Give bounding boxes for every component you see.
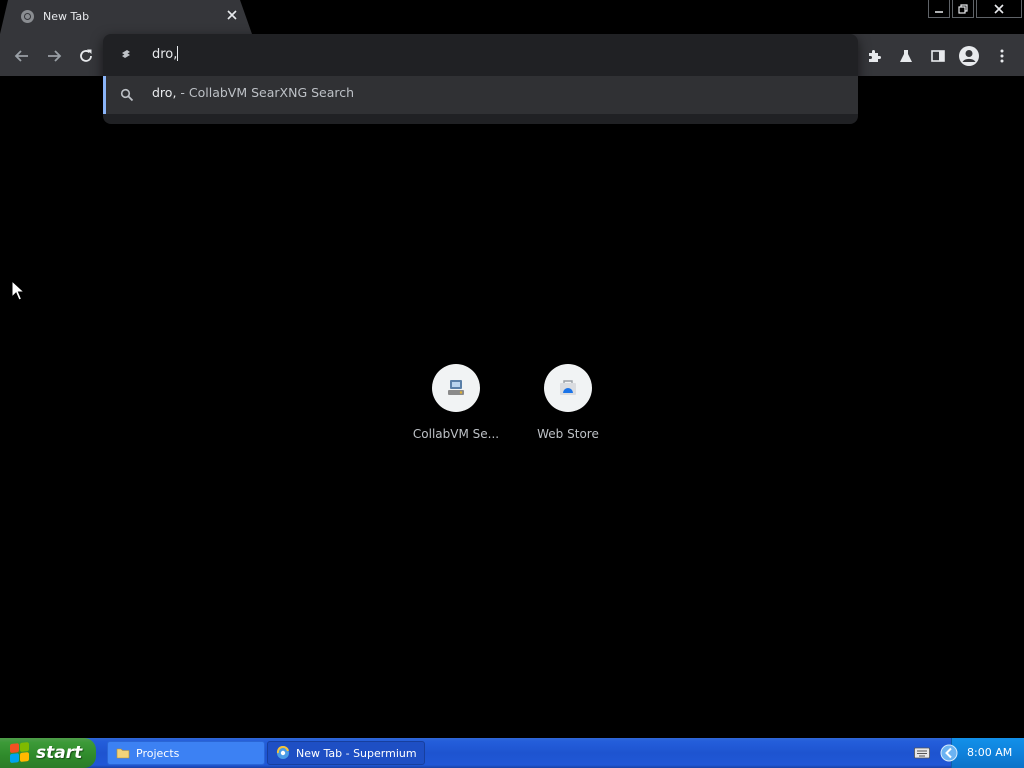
- restore-button[interactable]: [952, 0, 974, 18]
- menu-button[interactable]: [990, 44, 1014, 68]
- back-button[interactable]: [11, 45, 33, 67]
- forward-button[interactable]: [43, 45, 65, 67]
- windows-logo-icon: [10, 742, 30, 764]
- suggestion-query: dro,: [152, 85, 177, 100]
- shortcut-label: CollabVM Se...: [412, 427, 500, 441]
- omnibox-input[interactable]: dro,: [103, 34, 858, 76]
- start-button[interactable]: start: [0, 738, 96, 768]
- menu-kebab-icon: [1000, 49, 1004, 63]
- collabvm-icon: [448, 380, 464, 395]
- minimize-button[interactable]: [928, 0, 950, 18]
- shortcut-icon-tile: [544, 364, 592, 412]
- shortcut-label: Web Store: [537, 427, 599, 441]
- extensions-icon: [869, 50, 881, 62]
- side-panel-icon: [931, 50, 945, 62]
- side-panel-button[interactable]: [926, 44, 950, 68]
- shortcut-web-store[interactable]: Web Store: [512, 364, 624, 446]
- labs-flask-icon: [900, 50, 912, 62]
- taskbar-item-projects[interactable]: Projects: [107, 741, 265, 765]
- labs-button[interactable]: [894, 44, 918, 68]
- text-caret: [177, 46, 179, 61]
- profile-button[interactable]: [957, 44, 981, 68]
- window-close-button[interactable]: [976, 0, 1022, 18]
- web-store-icon: [560, 380, 576, 395]
- restore-icon: [958, 3, 968, 14]
- taskbar-item-label: Projects: [136, 746, 180, 760]
- taskbar-item-label: New Tab - Supermium: [296, 746, 417, 760]
- search-engine-icon: [122, 50, 130, 58]
- extensions-button[interactable]: [862, 44, 886, 68]
- forward-icon: [48, 50, 62, 62]
- tab-new-tab[interactable]: New Tab: [0, 0, 252, 34]
- shortcut-collabvm[interactable]: CollabVM Se...: [400, 364, 512, 446]
- tab-strip: New Tab: [0, 0, 1024, 34]
- shortcut-icon-tile: [432, 364, 480, 412]
- mouse-cursor-icon: [11, 280, 25, 301]
- suggestion-description: - CollabVM SearXNG Search: [180, 85, 355, 100]
- close-icon: [994, 3, 1004, 14]
- start-label: start: [36, 743, 83, 763]
- clock: 8:00 AM: [967, 746, 1013, 759]
- back-arrow-icon[interactable]: [940, 744, 958, 762]
- tab-title: New Tab: [43, 10, 90, 23]
- browser-icon: [276, 746, 289, 759]
- omnibox-suggestion[interactable]: dro, - CollabVM SearXNG Search: [103, 76, 858, 114]
- taskbar-item-browser[interactable]: New Tab - Supermium: [267, 741, 425, 765]
- folder-icon: [116, 748, 130, 759]
- back-icon: [14, 50, 28, 62]
- omnibox-popup: dro, dro, - CollabVM SearXNG Search: [103, 34, 858, 124]
- reload-button[interactable]: [75, 45, 97, 67]
- reload-icon: [80, 49, 92, 62]
- close-icon[interactable]: [225, 8, 239, 22]
- minimize-icon: [935, 10, 943, 13]
- search-icon: [120, 88, 134, 102]
- omnibox-text: dro,: [152, 47, 178, 62]
- globe-icon: [21, 10, 34, 23]
- profile-avatar-icon: [959, 46, 979, 66]
- keyboard-icon[interactable]: [914, 747, 930, 759]
